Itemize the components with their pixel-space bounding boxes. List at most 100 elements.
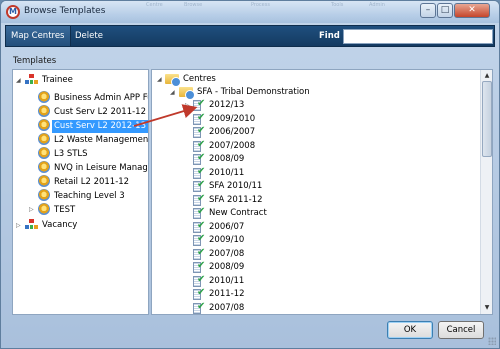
contract-icon [193, 286, 205, 300]
tree-node-label: Cust Serv L2 2012-13 [52, 119, 148, 133]
cancel-button[interactable]: Cancel [438, 321, 484, 339]
expand-arrow-icon[interactable]: ▷ [29, 203, 36, 216]
contract-icon [193, 300, 205, 314]
scroll-down-arrow-icon[interactable]: ▼ [482, 303, 492, 313]
tree-node-template[interactable]: Business Admin APP Full T [38, 91, 148, 104]
contract-icon [193, 97, 205, 111]
collapse-arrow-icon[interactable]: ◢ [16, 74, 23, 87]
tree-node-template-selected[interactable]: Cust Serv L2 2012-13 [38, 119, 148, 133]
org-chart-icon [25, 74, 38, 85]
tree-node-label: SFA 2011-12 [209, 194, 263, 205]
tree-node-label: L2 Waste Management L2 [54, 134, 149, 145]
tree-node-label: 2008/09 [209, 262, 245, 272]
contract-icon [193, 273, 205, 287]
tree-node-vacancy[interactable]: Vacancy [25, 219, 79, 232]
templates-label: Templates [13, 56, 57, 66]
minimize-button[interactable]: – [420, 3, 436, 18]
tree-node-contract[interactable]: 2007/08 [193, 300, 246, 315]
tree-node-label: Trainee [42, 75, 73, 85]
tree-node-label: 2009/10 [209, 235, 245, 245]
certificate-icon [38, 203, 50, 215]
tree-node-label: 2011-12 [209, 289, 245, 299]
contract-icon [193, 178, 205, 192]
tree-node-label: 2007/08 [209, 248, 245, 259]
background-label: Process [251, 2, 270, 8]
tree-node-label: SFA 2010/11 [209, 181, 263, 191]
tree-node-label: Cust Serv L2 2011-12 [54, 106, 146, 117]
tree-node-label: 2006/07 [209, 221, 245, 232]
contract-icon [193, 205, 205, 219]
folder-icon [165, 73, 181, 87]
tree-node-template[interactable]: L2 Waste Management L2 [38, 133, 149, 146]
templates-tree[interactable]: ◢ Trainee Business Admin APP Full T Cust… [12, 69, 149, 315]
tree-node-label: New Contract [209, 208, 267, 218]
certificate-icon [38, 189, 50, 201]
contract-icon [193, 165, 205, 179]
toolbar: Map Centres Delete Find [5, 25, 495, 47]
certificate-icon [38, 175, 50, 187]
background-label: Tools [331, 2, 344, 8]
contract-icon [193, 124, 205, 138]
window-title: Browse Templates [24, 6, 106, 16]
tree-node-label: Business Admin APP Full T [54, 92, 148, 103]
delete-button[interactable]: Delete [70, 26, 108, 46]
contract-icon [193, 192, 205, 206]
browse-templates-dialog: M Browse Templates Centre Browse Process… [0, 0, 500, 349]
tree-node-label: 2010/11 [209, 275, 245, 286]
tree-node-label: 2007/08 [209, 302, 245, 313]
contract-icon [193, 111, 205, 125]
maximize-button[interactable]: □ [437, 3, 453, 18]
app-logo-icon: M [6, 5, 20, 19]
certificate-icon [38, 105, 50, 117]
scroll-thumb[interactable] [482, 81, 492, 157]
contract-icon [193, 151, 205, 165]
certificate-icon [38, 147, 50, 159]
tree-node-label: Centres [183, 74, 216, 84]
tree-node-label: 2009/2010 [209, 113, 256, 124]
expand-arrow-icon[interactable]: ▷ [185, 99, 192, 112]
certificate-icon [38, 91, 50, 103]
title-bar[interactable]: M Browse Templates Centre Browse Process… [1, 1, 499, 23]
collapse-arrow-icon[interactable]: ◢ [170, 86, 177, 99]
tree-node-label: 2006/2007 [209, 127, 256, 137]
map-centres-button[interactable]: Map Centres [6, 26, 71, 46]
centres-tree[interactable]: ◢ Centres ◢ SFA - Tribal Demonstration ▷… [151, 69, 493, 315]
find-label: Find [319, 31, 340, 41]
tree-node-template[interactable]: NVQ in Leisure Manageme [38, 161, 148, 174]
certificate-icon [38, 133, 50, 145]
ok-button[interactable]: OK [387, 321, 433, 339]
tree-node-template[interactable]: Cust Serv L2 2011-12 [38, 105, 148, 118]
collapse-arrow-icon[interactable]: ◢ [157, 73, 164, 86]
tree-node-trainee[interactable]: Trainee [25, 74, 75, 87]
contract-icon [193, 259, 205, 273]
background-label: Admin [369, 2, 385, 8]
find-input[interactable] [343, 29, 493, 44]
tree-node-label: NVQ in Leisure Manageme [54, 162, 148, 173]
tree-node-label: Teaching Level 3 [54, 190, 125, 201]
scroll-up-arrow-icon[interactable]: ▲ [482, 71, 492, 81]
tree-node-template[interactable]: TEST [38, 203, 77, 216]
tree-node-label: 2008/09 [209, 154, 245, 164]
tree-node-label: 2012/13 [209, 100, 245, 110]
org-chart-icon [25, 219, 38, 230]
tree-node-template[interactable]: L3 STLS [38, 147, 90, 160]
contract-icon [193, 232, 205, 246]
tree-node-label: TEST [54, 204, 76, 215]
resize-grip-icon[interactable] [488, 337, 496, 345]
background-label: Centre [146, 2, 163, 8]
certificate-icon [38, 119, 50, 131]
tree-node-centres[interactable]: Centres [165, 73, 218, 87]
contract-icon [193, 219, 205, 233]
tree-node-label: SFA - Tribal Demonstration [197, 87, 310, 97]
tree-node-template[interactable]: Teaching Level 3 [38, 189, 127, 202]
expand-arrow-icon[interactable]: ▷ [16, 219, 23, 232]
contract-icon [193, 138, 205, 152]
tree-node-label: 2010/11 [209, 167, 245, 178]
background-label: Browse [184, 2, 203, 8]
tree-node-template[interactable]: Retail L2 2011-12 [38, 175, 131, 188]
tree-node-label: 2007/2008 [209, 140, 256, 151]
close-button[interactable]: ✕ [454, 3, 490, 18]
tree-node-label: Vacancy [42, 220, 78, 230]
certificate-icon [38, 161, 50, 173]
vertical-scrollbar[interactable]: ▲ ▼ [480, 70, 492, 314]
